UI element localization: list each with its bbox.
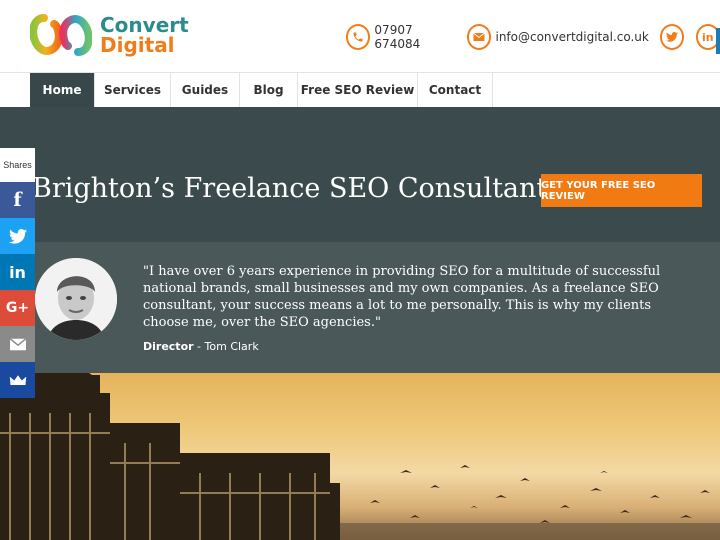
linkedin-share-button[interactable]: in [0, 254, 35, 290]
pier-sunset-photo [0, 373, 720, 540]
nav-item-guides[interactable]: Guides [171, 73, 240, 107]
pier-silhouette [0, 373, 720, 540]
nav-item-home[interactable]: Home [30, 73, 95, 107]
twitter-icon[interactable] [660, 24, 685, 50]
hero-section: Brighton’s Freelance SEO Consultant GET … [0, 107, 720, 242]
avatar [35, 258, 117, 340]
crown-icon [9, 374, 26, 385]
edge-tab[interactable] [716, 28, 720, 54]
testimonial-author: Director - Tom Clark [143, 340, 259, 353]
share-bar: Shares f in G+ [0, 148, 35, 398]
googleplus-share-button[interactable]: G+ [0, 290, 35, 326]
twitter-share-button[interactable] [0, 218, 35, 254]
nav-item-free-seo-review[interactable]: Free SEO Review [298, 73, 418, 107]
crown-share-button[interactable] [0, 362, 35, 398]
phone-number[interactable]: 07907 674084 [374, 23, 456, 51]
logo-line-2: Digital [100, 33, 175, 57]
testimonial-quote: "I have over 6 years experience in provi… [143, 264, 661, 330]
logo[interactable]: Convert Digital [30, 14, 189, 56]
facebook-icon: f [13, 189, 22, 211]
nav-item-blog[interactable]: Blog [240, 73, 298, 107]
email-icon [9, 337, 26, 350]
contact-bar: 07907 674084 info@convertdigital.co.uk i… [346, 23, 720, 51]
googleplus-icon: G+ [5, 300, 30, 316]
page-title: Brighton’s Freelance SEO Consultant [32, 173, 548, 204]
email-icon[interactable] [467, 24, 492, 50]
shares-label: Shares [0, 148, 35, 182]
free-seo-review-button[interactable]: GET YOUR FREE SEO REVIEW [541, 174, 702, 207]
email-share-button[interactable] [0, 326, 35, 362]
author-role: Director [143, 340, 194, 353]
nav-item-services[interactable]: Services [95, 73, 171, 107]
logo-mark-icon [30, 14, 92, 56]
testimonial-section: "I have over 6 years experience in provi… [0, 242, 720, 373]
email-address[interactable]: info@convertdigital.co.uk [495, 30, 648, 44]
main-nav: Home Services Guides Blog Free SEO Revie… [0, 72, 720, 107]
nav-item-contact[interactable]: Contact [418, 73, 493, 107]
author-name: Tom Clark [204, 340, 259, 353]
linkedin-icon: in [9, 262, 26, 282]
author-separator: - [193, 340, 205, 353]
logo-wordmark: Convert Digital [100, 15, 189, 55]
phone-icon[interactable] [346, 24, 371, 50]
site-header: Convert Digital 07907 674084 info@conver… [0, 0, 720, 72]
facebook-share-button[interactable]: f [0, 182, 35, 218]
logo-line-1: Convert [100, 13, 189, 37]
twitter-icon [8, 228, 27, 244]
